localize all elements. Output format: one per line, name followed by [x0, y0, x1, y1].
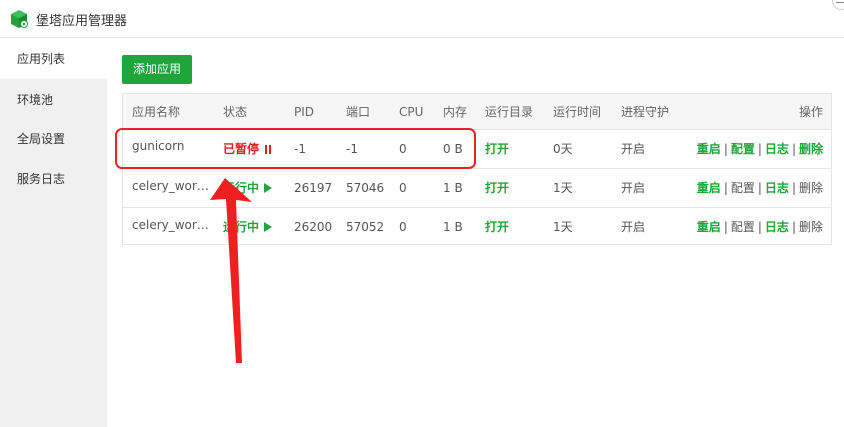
add-app-button[interactable]: 添加应用	[122, 55, 192, 84]
port-value: 57052	[346, 220, 385, 234]
header-guard: 进程守护	[621, 105, 670, 119]
app-title: 堡塔应用管理器	[36, 14, 128, 29]
separator: |	[791, 220, 796, 234]
memory-value: 1 B	[443, 220, 463, 234]
memory-value: 0 B	[443, 142, 463, 156]
separator: |	[791, 181, 796, 195]
cpu-value: 0	[399, 181, 407, 195]
pid-value: 26197	[294, 181, 333, 195]
memory-value: 1 B	[443, 181, 463, 195]
table-header: 应用名称 状态 PID 端口 CPU 内存 运行目录 运行时间 进程守护 操作	[123, 94, 831, 130]
uptime-value: 1天	[553, 220, 573, 234]
row-actions: 重启 | 配置 | 日志 | 删除	[697, 169, 823, 208]
cpu-value: 0	[399, 220, 407, 234]
pause-icon	[264, 145, 272, 154]
status-text: 运行中	[223, 181, 260, 195]
status-badge: 已暂停	[223, 130, 283, 169]
header-name: 应用名称	[132, 105, 181, 119]
uptime-value: 0天	[553, 142, 573, 156]
header-port: 端口	[346, 105, 371, 119]
header-status: 状态	[223, 105, 248, 119]
table-row: celery_wor… 运行中 26200 57052 0 1 B 打开 1天 …	[123, 208, 831, 247]
status-text: 运行中	[223, 220, 260, 234]
separator: |	[757, 220, 762, 234]
table-row: gunicorn 已暂停 -1 -1 0 0 B 打开 0天 开启 重启 | 配置 |…	[123, 130, 831, 169]
separator: |	[757, 142, 762, 156]
play-icon	[264, 222, 273, 232]
log-link[interactable]: 日志	[765, 181, 789, 195]
sidebar-item-app-list[interactable]: 应用列表	[0, 39, 107, 79]
delete-link[interactable]: 删除	[799, 220, 823, 234]
sidebar-item-env-pool[interactable]: 环境池	[0, 80, 107, 120]
delete-link[interactable]: 删除	[799, 142, 823, 156]
delete-link[interactable]: 删除	[799, 181, 823, 195]
app-name: celery_wor…	[132, 218, 209, 232]
sidebar-item-service-log[interactable]: 服务日志	[0, 159, 107, 199]
status-badge: 运行中	[223, 169, 283, 208]
separator: |	[723, 142, 728, 156]
separator: |	[791, 142, 796, 156]
log-link[interactable]: 日志	[765, 142, 789, 156]
cube-logo-icon	[11, 10, 28, 28]
restart-link[interactable]: 重启	[697, 181, 721, 195]
table-row: celery_wor… 运行中 26197 57046 0 1 B 打开 1天 …	[123, 169, 831, 208]
app-name: gunicorn	[132, 139, 185, 153]
app-table: 应用名称 状态 PID 端口 CPU 内存 运行目录 运行时间 进程守护 操作 …	[122, 93, 832, 245]
guard-value: 开启	[621, 220, 646, 234]
guard-value: 开启	[621, 142, 646, 156]
restart-link[interactable]: 重启	[697, 142, 721, 156]
open-dir-link[interactable]: 打开	[485, 130, 509, 169]
config-link[interactable]: 配置	[731, 220, 755, 234]
port-value: -1	[346, 142, 358, 156]
uptime-value: 1天	[553, 181, 573, 195]
separator: |	[757, 181, 762, 195]
separator: |	[723, 220, 728, 234]
header-uptime: 运行时间	[553, 105, 602, 119]
header-run-dir: 运行目录	[485, 105, 534, 119]
status-text: 已暂停	[223, 142, 260, 156]
separator: |	[723, 181, 728, 195]
header-cpu: CPU	[399, 105, 424, 119]
log-link[interactable]: 日志	[765, 220, 789, 234]
pid-value: -1	[294, 142, 306, 156]
title-bar: 堡塔应用管理器	[0, 0, 844, 38]
config-link[interactable]: 配置	[731, 142, 755, 156]
header-memory: 内存	[443, 105, 468, 119]
close-button[interactable]	[832, 0, 844, 10]
row-actions: 重启 | 配置 | 日志 | 删除	[697, 208, 823, 247]
guard-value: 开启	[621, 181, 646, 195]
cpu-value: 0	[399, 142, 407, 156]
header-actions: 操作	[798, 105, 823, 119]
row-actions: 重启 | 配置 | 日志 | 删除	[697, 130, 823, 169]
status-badge: 运行中	[223, 208, 283, 247]
app-name: celery_wor…	[132, 179, 209, 193]
open-dir-link[interactable]: 打开	[485, 208, 509, 247]
sidebar: 应用列表 环境池 全局设置 服务日志	[0, 39, 107, 427]
sidebar-item-global-settings[interactable]: 全局设置	[0, 119, 107, 159]
header-pid: PID	[294, 105, 315, 119]
port-value: 57046	[346, 181, 385, 195]
play-icon	[264, 183, 273, 193]
pid-value: 26200	[294, 220, 333, 234]
config-link[interactable]: 配置	[731, 181, 755, 195]
restart-link[interactable]: 重启	[697, 220, 721, 234]
open-dir-link[interactable]: 打开	[485, 169, 509, 208]
